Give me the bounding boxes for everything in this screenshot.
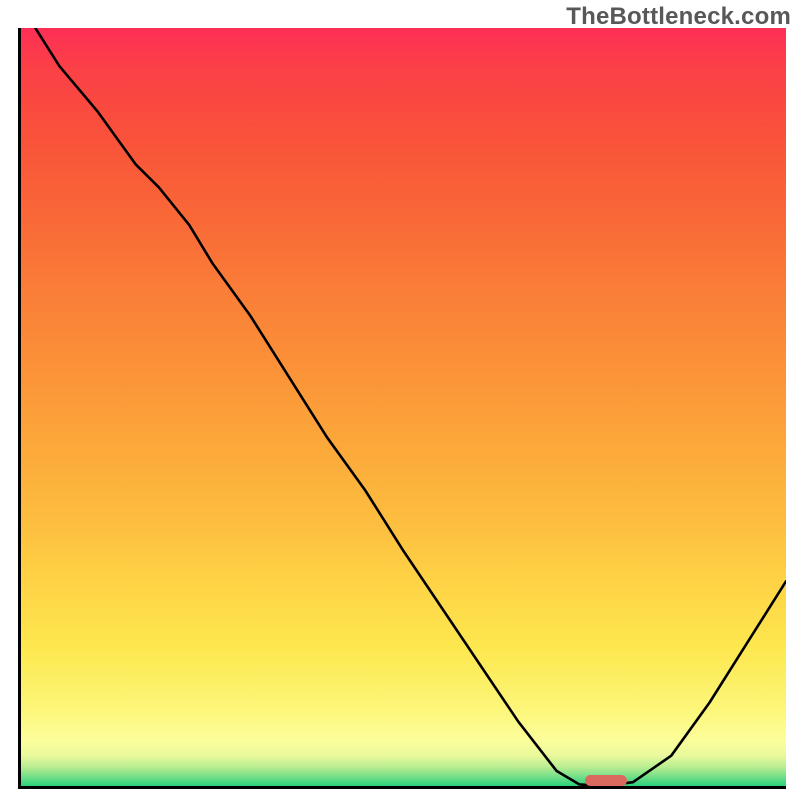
watermark-text: TheBottleneck.com — [566, 3, 791, 31]
bottleneck-curve — [21, 28, 786, 786]
optimum-region-marker — [585, 775, 627, 786]
plot-area — [18, 28, 786, 789]
data-curve — [21, 28, 786, 786]
chart-container: TheBottleneck.com — [0, 0, 800, 800]
